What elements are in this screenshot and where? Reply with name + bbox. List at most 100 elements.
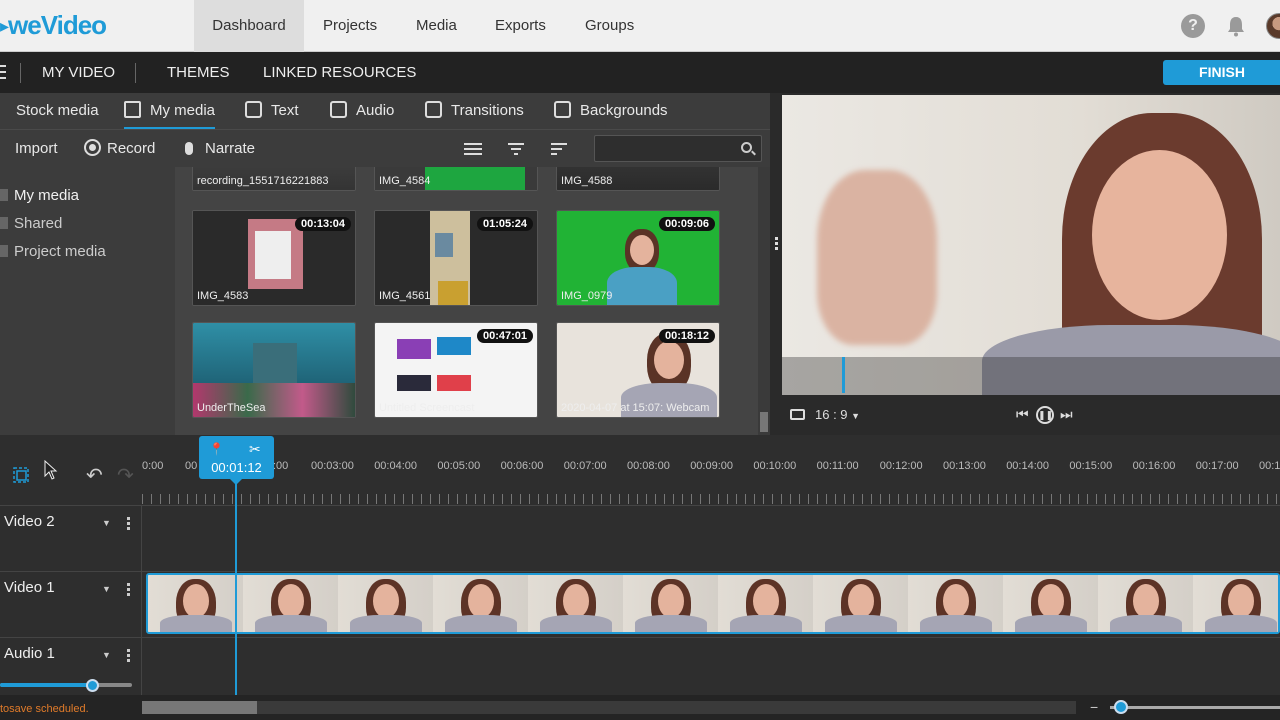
hamburger-menu-icon[interactable] [0, 65, 6, 79]
media-toolbar: Import Record Narrate [0, 129, 770, 167]
my-video-tab[interactable]: MY VIDEO [42, 52, 115, 93]
clip-frame [1193, 575, 1278, 632]
video-clip[interactable] [146, 573, 1280, 634]
narrate-button[interactable]: Narrate [185, 130, 255, 168]
clip-frame [908, 575, 1003, 632]
playhead-handle[interactable]: 📍 ✂ 00:01:12 [199, 436, 274, 479]
skip-back-icon[interactable]: ⏮ [1016, 406, 1029, 423]
duration-badge: 00:09:06 [658, 217, 715, 231]
tab-label: My media [150, 102, 216, 119]
chevron-down-icon[interactable]: ▼ [102, 650, 111, 660]
media-name: Untitled Screencast [379, 402, 475, 414]
transition-icon [425, 101, 442, 118]
media-name: recording_1551716221883 [197, 175, 329, 187]
undo-icon[interactable]: ↶ [86, 463, 103, 488]
media-scrollbar[interactable] [758, 167, 770, 435]
sidebar-item-project-media[interactable]: Project media [0, 243, 106, 260]
search-icon[interactable] [741, 142, 752, 153]
zoom-out-icon[interactable]: − [1090, 699, 1098, 715]
wevideo-logo[interactable]: ▸weVideo [0, 10, 107, 41]
tab-projects[interactable]: Projects [305, 0, 395, 52]
clip-frame [623, 575, 718, 632]
tab-label: Audio [356, 102, 395, 119]
duration-badge: 00:18:12 [658, 329, 715, 343]
tick-label: 00:11:00 [816, 460, 859, 472]
media-item[interactable]: UnderTheSea [192, 322, 356, 418]
tab-my-media[interactable]: My media [124, 93, 216, 129]
help-icon[interactable]: ? [1181, 14, 1205, 38]
marker-icon[interactable]: 📍 [209, 442, 224, 456]
media-item[interactable]: 00:47:01 Untitled Screencast [374, 322, 538, 418]
tab-label: Backgrounds [580, 102, 668, 119]
media-name: IMG_4583 [197, 290, 249, 302]
clip-frame [338, 575, 433, 632]
tick-label: 00:13:00 [943, 460, 986, 472]
tab-stock-media[interactable]: Stock media [16, 93, 99, 129]
sort-icon[interactable] [551, 142, 567, 156]
panel-resize-handle[interactable] [775, 237, 778, 251]
ruler-minor-ticks [142, 494, 1280, 504]
scissors-icon[interactable]: ✂ [249, 441, 261, 458]
media-item[interactable]: 00:13:04 IMG_4583 [192, 210, 356, 306]
tab-exports[interactable]: Exports [477, 0, 564, 52]
skip-forward-icon[interactable]: ⏭ [1060, 406, 1073, 423]
sidebar-item-my-media[interactable]: My media [0, 187, 79, 204]
tab-backgrounds[interactable]: Backgrounds [554, 93, 668, 129]
chevron-down-icon[interactable]: ▼ [102, 584, 111, 594]
zoom-slider[interactable] [1110, 706, 1280, 709]
tab-groups[interactable]: Groups [567, 0, 652, 52]
media-grid: recording_1551716221883 IMG_4584 IMG_458… [175, 167, 758, 435]
tab-dashboard[interactable]: Dashboard [194, 0, 304, 52]
kebab-menu-icon[interactable] [127, 649, 130, 662]
preview-progress-marker[interactable] [841, 357, 845, 393]
kebab-menu-icon[interactable] [127, 583, 130, 596]
chevron-down-icon[interactable]: ▼ [102, 518, 111, 528]
scrollbar-thumb[interactable] [760, 412, 768, 432]
record-button[interactable]: Record [84, 130, 155, 168]
aspect-ratio-icon[interactable] [790, 409, 805, 420]
filter-icon[interactable] [508, 142, 524, 156]
media-item[interactable]: IMG_4588 [556, 167, 720, 191]
pause-icon[interactable]: ❚❚ [1036, 406, 1054, 424]
import-button[interactable]: Import [15, 130, 58, 168]
bell-icon[interactable] [1226, 15, 1246, 37]
track-row-audio-1 [0, 637, 1280, 695]
tab-media[interactable]: Media [398, 0, 475, 52]
scrollbar-thumb[interactable] [142, 701, 257, 714]
media-item[interactable]: 00:09:06 IMG_0979 [556, 210, 720, 306]
clip-frame [433, 575, 528, 632]
clip-frame [1098, 575, 1193, 632]
text-icon [245, 101, 262, 118]
linked-resources-tab[interactable]: LINKED RESOURCES [263, 52, 416, 93]
select-tool-icon[interactable] [13, 467, 29, 483]
sidebar-item-shared[interactable]: Shared [0, 215, 62, 232]
list-view-icon[interactable] [464, 142, 482, 156]
redo-icon[interactable]: ↷ [117, 463, 134, 488]
media-item[interactable]: 01:05:24 IMG_4561 [374, 210, 538, 306]
media-tabs: Stock media My media Text Audio Transiti… [0, 93, 770, 129]
kebab-menu-icon[interactable] [127, 517, 130, 530]
timeline-scrollbar[interactable] [142, 701, 1076, 714]
record-icon [84, 139, 101, 156]
tab-text[interactable]: Text [245, 93, 299, 129]
media-item[interactable]: 00:18:12 2020-04-07 at 15:07: Webcam [556, 322, 720, 418]
search-input[interactable] [594, 135, 762, 162]
tick-label: 00:08:00 [627, 460, 670, 472]
themes-tab[interactable]: THEMES [167, 52, 230, 93]
aspect-ratio-select[interactable]: 16 : 9 ▼ [815, 407, 860, 422]
tab-audio[interactable]: Audio [330, 93, 394, 129]
playhead-line[interactable] [235, 470, 237, 695]
tab-transitions[interactable]: Transitions [425, 93, 524, 129]
media-item[interactable]: recording_1551716221883 [192, 167, 356, 191]
media-item[interactable]: IMG_4584 [374, 167, 538, 191]
video-preview[interactable] [782, 95, 1280, 395]
clip-frame [528, 575, 623, 632]
media-sidebar: My media Shared Project media [0, 167, 175, 435]
preview-scrub-bar[interactable] [782, 357, 1280, 395]
editor-bar: MY VIDEO THEMES LINKED RESOURCES [0, 52, 1280, 93]
finish-button[interactable]: FINISH [1163, 60, 1280, 85]
zoom-knob[interactable] [1114, 700, 1129, 714]
duration-badge: 01:05:24 [476, 217, 533, 231]
tick-label: 00 [185, 460, 198, 472]
avatar[interactable] [1266, 13, 1280, 39]
